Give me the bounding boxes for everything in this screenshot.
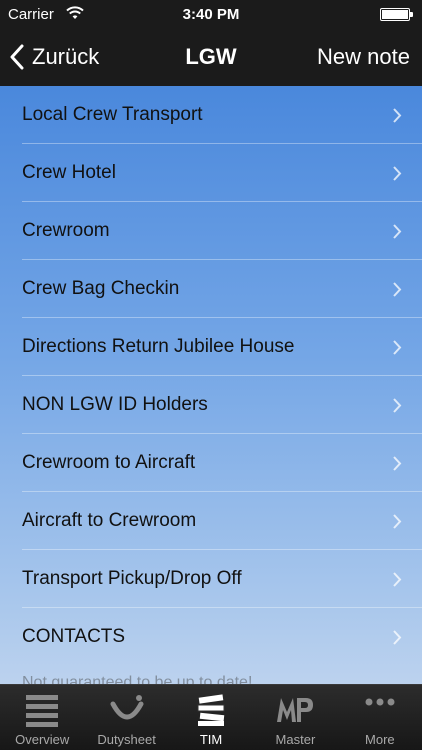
- chevron-right-icon: [393, 108, 402, 123]
- tab-master[interactable]: Master: [253, 685, 337, 750]
- mp-logo-icon: [277, 698, 314, 722]
- tab-label: Dutysheet: [97, 732, 156, 747]
- list-item-label: CONTACTS: [22, 626, 126, 647]
- list-item[interactable]: Crew Hotel: [22, 144, 422, 202]
- list-item-label: Local Crew Transport: [22, 103, 203, 125]
- battery-icon: [380, 8, 413, 21]
- tab-label: More: [365, 732, 395, 747]
- back-button-label: Zurück: [32, 44, 100, 69]
- list-item-label: Crew Bag Checkin: [22, 277, 180, 299]
- list-item-label: Crewroom: [22, 219, 110, 241]
- tui-smile-icon: [110, 695, 144, 720]
- list-item[interactable]: Aircraft to Crewroom: [22, 492, 422, 550]
- chevron-right-icon: [393, 572, 402, 587]
- list-item-label: Aircraft to Crewroom: [22, 509, 197, 531]
- tab-overview[interactable]: Overview: [0, 685, 84, 750]
- tab-more[interactable]: More: [338, 685, 422, 750]
- list-item[interactable]: Local Crew Transport: [22, 86, 422, 144]
- chevron-right-icon: [393, 224, 402, 239]
- list-item-label: Transport Pickup/Drop Off: [22, 567, 242, 589]
- chevron-right-icon: [393, 282, 402, 297]
- list-item[interactable]: Crewroom: [22, 202, 422, 260]
- chevron-right-icon: [393, 398, 402, 413]
- screen: Carrier 3:40 PM Zurück LGW New note Loca…: [0, 0, 422, 750]
- list-item[interactable]: Crewroom to Aircraft: [22, 434, 422, 492]
- content-list[interactable]: Local Crew Transport Crew Hotel Crewroom Cr…: [0, 86, 422, 684]
- chevron-right-icon: [393, 630, 402, 645]
- list-item-label: NON LGW ID Holders: [22, 393, 208, 415]
- chevron-right-icon: [393, 456, 402, 471]
- list-item-label: Directions Return Jubilee House: [22, 335, 295, 357]
- list-item[interactable]: NON LGW ID Holders: [22, 376, 422, 434]
- new-note-button[interactable]: New note: [317, 44, 410, 70]
- list-item[interactable]: Crew Bag Checkin: [22, 260, 422, 318]
- chevron-right-icon: [393, 166, 402, 181]
- footer-note: Not guaranteed to be up to date!: [22, 674, 253, 684]
- chevron-right-icon: [393, 340, 402, 355]
- tab-dutysheet[interactable]: Dutysheet: [84, 685, 168, 750]
- list-item[interactable]: Transport Pickup/Drop Off: [22, 550, 422, 608]
- list-item[interactable]: Directions Return Jubilee House: [22, 318, 422, 376]
- list-item-label: Crewroom to Aircraft: [22, 451, 196, 473]
- list-icon: [26, 695, 59, 727]
- back-button[interactable]: Zurück: [10, 40, 99, 74]
- more-dots-icon: [365, 698, 395, 706]
- books-icon: [197, 694, 225, 726]
- chevron-left-icon: [10, 44, 24, 70]
- chevron-right-icon: [393, 514, 402, 529]
- tab-label: Overview: [15, 732, 70, 747]
- navigation-bar: Zurück LGW New note: [0, 30, 422, 86]
- list-item[interactable]: CONTACTS: [22, 608, 422, 666]
- tab-label: TIM: [199, 732, 223, 747]
- battery-nub: [410, 12, 413, 17]
- clock-time: 3:40 PM: [182, 6, 240, 23]
- status-bar: Carrier 3:40 PM: [0, 0, 422, 30]
- tab-bar: Overview Dutysheet TIM Master More: [0, 684, 422, 750]
- tab-label: Master: [275, 732, 316, 747]
- tab-tim[interactable]: TIM: [169, 685, 253, 750]
- list-container: Local Crew Transport Crew Hotel Crewroom Cr…: [0, 86, 422, 666]
- list-item-label: Crew Hotel: [22, 161, 116, 183]
- battery-level: [382, 10, 408, 19]
